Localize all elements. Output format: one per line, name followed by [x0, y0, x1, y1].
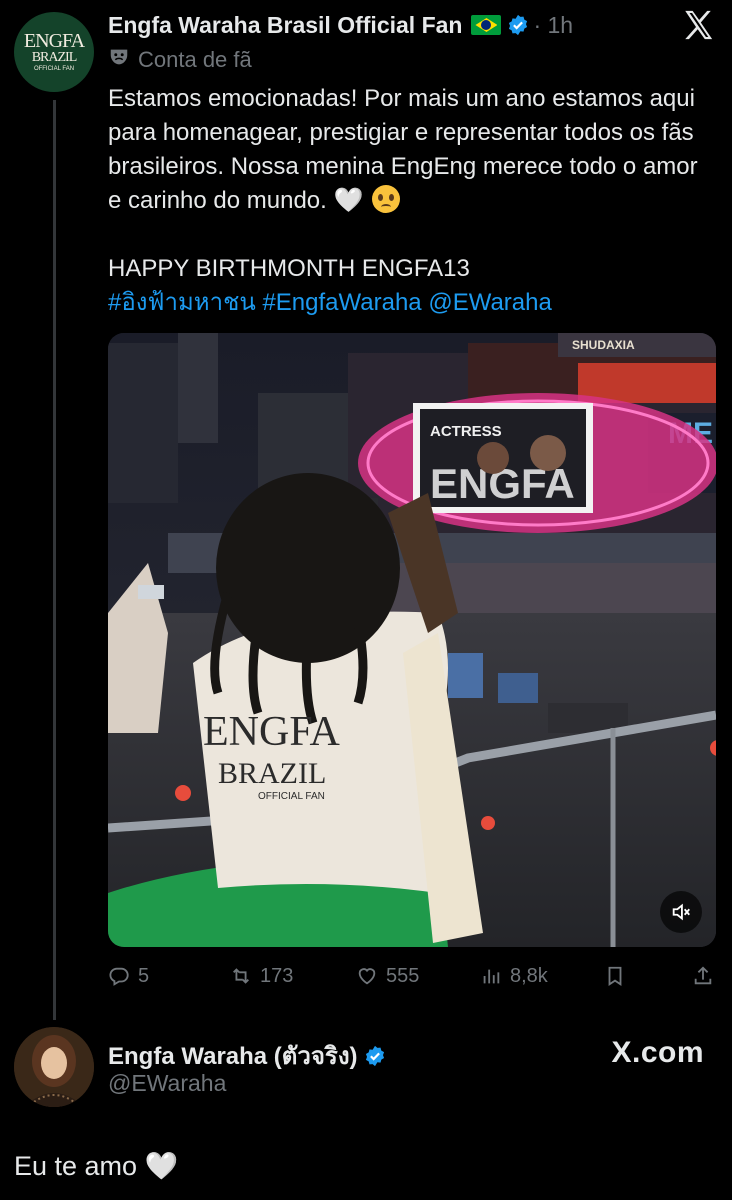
repost-icon — [233, 968, 249, 984]
repost-button[interactable]: 173 — [230, 965, 293, 988]
avatar-photo — [14, 1027, 94, 1107]
hashtag-link[interactable]: #EngfaWaraha — [262, 289, 421, 316]
tweet-video[interactable]: SHUDAXIA ME ACTRESS ENGFA — [108, 333, 716, 947]
mute-icon[interactable] — [660, 891, 702, 933]
repost-count: 173 — [260, 964, 294, 987]
fan-account-avatar[interactable]: ENGFA BRAZIL OFFICIAL FAN — [14, 12, 94, 92]
tweet-paragraph-1-text: Estamos emocionadas! Por mais um ano est… — [108, 85, 698, 214]
views-button[interactable]: 8,8k — [480, 965, 548, 988]
tweet-tags: #อิงฟ้ามหาชน #EngfaWaraha @EWaraha — [108, 286, 708, 320]
share-icon — [694, 966, 712, 985]
store-sign: SHUDAXIA — [572, 338, 635, 352]
share-button[interactable] — [692, 965, 714, 987]
shirt-print-3: OFFICIAL FAN — [258, 791, 325, 802]
like-count: 555 — [386, 964, 420, 987]
bookmark-icon — [608, 966, 622, 986]
close-icon[interactable] — [678, 6, 718, 44]
avatar-text-line2: BRAZIL — [31, 50, 78, 65]
tweet-time[interactable]: · 1h — [533, 12, 573, 39]
video-frame: SHUDAXIA ME ACTRESS ENGFA — [108, 333, 716, 947]
tweet-action-bar: 5 173 555 8,8k — [108, 958, 716, 994]
tweet-paragraph-2: HAPPY BIRTHMONTH ENGFA13 — [108, 255, 470, 282]
x-brand-logo: X.com — [611, 1036, 704, 1069]
reply-button[interactable]: 5 — [108, 965, 149, 988]
white-heart-icon: 🤍 — [333, 187, 364, 214]
tweet-paragraph-1: Estamos emocionadas! Por mais um ano est… — [108, 82, 708, 218]
engfa-avatar[interactable] — [14, 1027, 94, 1107]
like-button[interactable]: 555 — [356, 965, 419, 988]
fan-account-label: Conta de fã — [108, 46, 252, 74]
avatar-text-line3: OFFICIAL FAN — [33, 66, 75, 72]
bookmark-button[interactable] — [604, 965, 626, 987]
verified-icon — [364, 1045, 386, 1067]
thread-line — [53, 100, 56, 1020]
pleading-face-icon — [372, 185, 401, 213]
mention-link[interactable]: @EWaraha — [428, 289, 552, 316]
tweet-header: Engfa Waraha Brasil Official Fan · 1h — [108, 8, 722, 42]
shirt-print-1: ENGFA — [203, 709, 341, 755]
brazil-flag-icon — [471, 15, 502, 35]
mask-icon — [108, 46, 130, 74]
avatar-text-line1: ENGFA — [23, 30, 85, 52]
like-icon — [358, 968, 376, 985]
reply-text: Eu te amo 🤍 — [14, 1151, 179, 1181]
tweet-body: Estamos emocionadas! Por mais um ano est… — [108, 82, 708, 320]
fan-label-text: Conta de fã — [138, 47, 252, 72]
billboard-text-1: ACTRESS — [430, 423, 502, 440]
reply-icon — [109, 967, 129, 986]
author-name[interactable]: Engfa Waraha Brasil Official Fan — [108, 12, 462, 39]
views-icon — [483, 969, 500, 984]
hashtag-link[interactable]: #อิงฟ้ามหาชน — [108, 289, 256, 316]
views-count: 8,8k — [510, 964, 548, 987]
reply-count: 5 — [138, 964, 150, 987]
verified-icon — [507, 14, 529, 36]
shirt-print-2: BRAZIL — [218, 757, 326, 790]
reply-handle[interactable]: @EWaraha — [108, 1070, 226, 1097]
